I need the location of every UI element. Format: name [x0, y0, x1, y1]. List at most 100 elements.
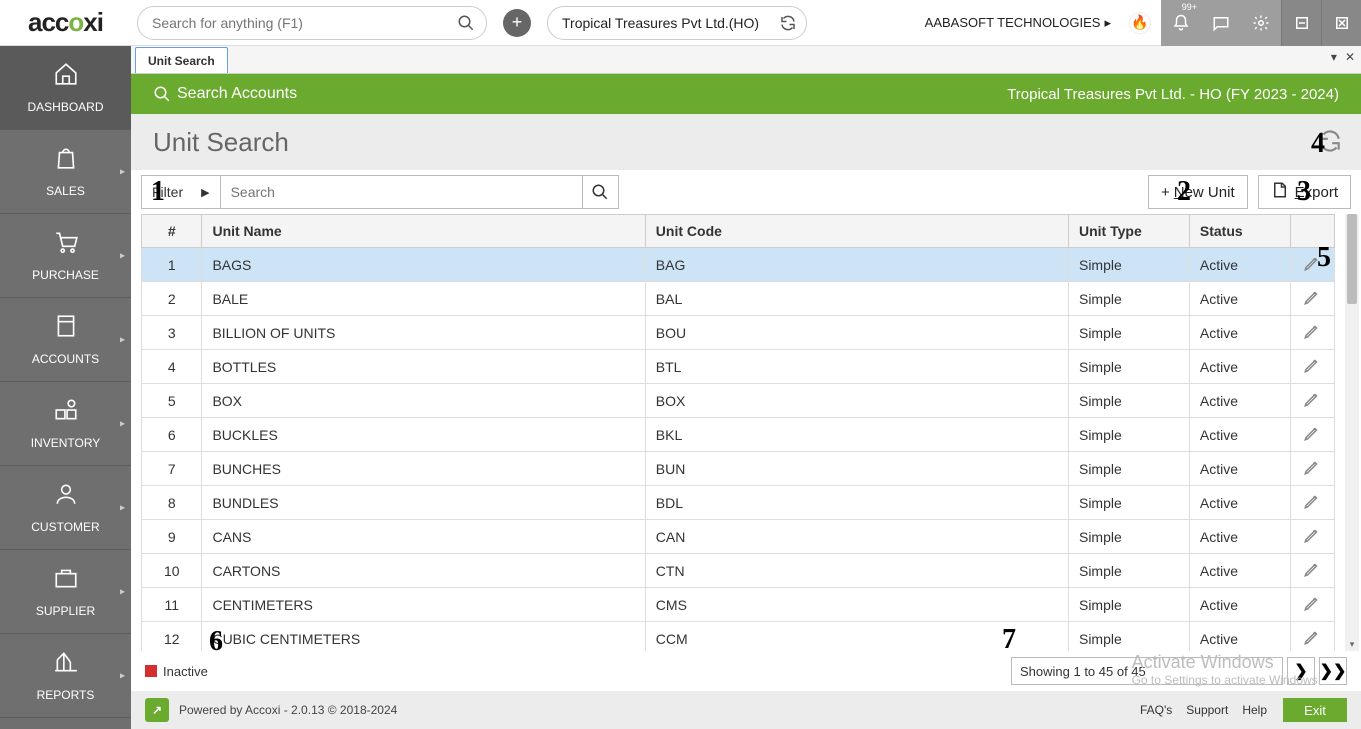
vertical-scrollbar[interactable]: ▾	[1345, 214, 1359, 651]
sidebar-item-customer[interactable]: CUSTOMER▸	[0, 466, 131, 550]
page-title: Unit Search	[153, 127, 289, 158]
exit-button[interactable]: Exit	[1283, 698, 1347, 722]
table-row[interactable]: 11CENTIMETERSCMSSimpleActive	[142, 588, 1335, 622]
sidebar-item-label: DASHBOARD	[27, 100, 103, 114]
column-header[interactable]: #	[142, 215, 202, 248]
export-button[interactable]: Export	[1258, 175, 1351, 209]
company-selector[interactable]: Tropical Treasures Pvt Ltd.(HO)	[547, 6, 807, 40]
minimize-button[interactable]	[1281, 0, 1321, 46]
column-header[interactable]: Unit Code	[645, 215, 1068, 248]
top-icon-bar: 99+	[1161, 0, 1361, 46]
toolbar: Filter ▶ + New Unit Export	[131, 170, 1361, 214]
messages-button[interactable]	[1201, 0, 1241, 46]
edit-icon[interactable]	[1290, 486, 1334, 520]
column-header[interactable]: Status	[1189, 215, 1290, 248]
table-row[interactable]: 7BUNCHESBUNSimpleActive	[142, 452, 1335, 486]
tab-close-icon[interactable]: ✕	[1345, 50, 1355, 64]
refresh-icon[interactable]	[1317, 128, 1343, 159]
edit-icon[interactable]	[1290, 282, 1334, 316]
footer-row: Inactive Showing 1 to 45 of 45 ❯ ❯❯	[131, 651, 1361, 691]
edit-icon[interactable]	[1290, 588, 1334, 622]
legend-color-icon	[145, 665, 157, 677]
cart-icon	[53, 229, 79, 262]
table-row[interactable]: 3BILLION OF UNITSBOUSimpleActive	[142, 316, 1335, 350]
table-row[interactable]: 6BUCKLESBKLSimpleActive	[142, 418, 1335, 452]
scroll-thumb[interactable]	[1347, 214, 1357, 304]
edit-icon[interactable]	[1290, 554, 1334, 588]
edit-icon[interactable]	[1290, 452, 1334, 486]
edit-icon[interactable]	[1290, 384, 1334, 418]
global-search-input[interactable]	[137, 6, 487, 40]
add-button[interactable]: +	[503, 9, 531, 37]
units-table: #Unit NameUnit CodeUnit TypeStatus 1BAGS…	[141, 214, 1335, 651]
last-page-button[interactable]: ❯❯	[1319, 657, 1347, 685]
sync-icon[interactable]	[779, 14, 797, 37]
sidebar-item-purchase[interactable]: PURCHASE▸	[0, 214, 131, 298]
sidebar-item-label: SALES	[46, 184, 85, 198]
edit-icon[interactable]	[1290, 418, 1334, 452]
filter-button[interactable]: Filter ▶	[141, 175, 221, 209]
table-row[interactable]: 4BOTTLESBTLSimpleActive	[142, 350, 1335, 384]
sidebar-item-reports[interactable]: REPORTS ▸	[0, 634, 131, 718]
edit-icon[interactable]	[1290, 350, 1334, 384]
caret-right-icon: ▸	[1104, 15, 1111, 31]
settings-button[interactable]	[1241, 0, 1281, 46]
flame-icon[interactable]: 🔥	[1129, 12, 1151, 34]
legend-inactive: Inactive	[145, 664, 208, 679]
chevron-right-icon: ▸	[120, 250, 125, 261]
powered-by: Powered by Accoxi - 2.0.13 © 2018-2024	[179, 703, 397, 717]
organization-name[interactable]: AABASOFT TECHNOLOGIES ▸	[925, 15, 1111, 31]
footer-link[interactable]: FAQ's	[1140, 703, 1172, 717]
sidebar-item-sales[interactable]: SALES▸	[0, 130, 131, 214]
pagination: Showing 1 to 45 of 45 ❯ ❯❯	[1011, 657, 1347, 685]
footer-link[interactable]: Support	[1186, 703, 1228, 717]
table-row[interactable]: 1BAGSBAGSimpleActive	[142, 248, 1335, 282]
chevron-right-icon: ▸	[120, 502, 125, 513]
table-row[interactable]: 8BUNDLESBDLSimpleActive	[142, 486, 1335, 520]
edit-icon[interactable]	[1290, 520, 1334, 554]
footer-link[interactable]: Help	[1242, 703, 1267, 717]
tab-unit-search[interactable]: Unit Search	[135, 47, 228, 73]
home-icon	[53, 61, 79, 94]
export-icon	[1271, 181, 1289, 203]
local-search-input[interactable]	[221, 175, 583, 209]
sidebar: DASHBOARDSALES▸PURCHASE▸ACCOUNTS▸INVENTO…	[0, 46, 131, 729]
global-search	[137, 6, 487, 40]
scroll-down-icon[interactable]: ▾	[1345, 637, 1359, 651]
status-bar: ↗ Powered by Accoxi - 2.0.13 © 2018-2024…	[131, 691, 1361, 729]
table-row[interactable]: 10CARTONSCTNSimpleActive	[142, 554, 1335, 588]
edit-icon[interactable]	[1290, 316, 1334, 350]
user-icon	[53, 481, 79, 514]
search-accounts-button[interactable]: Search Accounts	[153, 85, 297, 103]
sidebar-item-dashboard[interactable]: DASHBOARD	[0, 46, 131, 130]
tab-dropdown-icon[interactable]: ▾	[1331, 50, 1337, 64]
notifications-button[interactable]: 99+	[1161, 0, 1201, 46]
company-name: Tropical Treasures Pvt Ltd.(HO)	[562, 15, 759, 31]
briefcase-icon	[53, 565, 79, 598]
edit-icon[interactable]	[1290, 622, 1334, 652]
context-text: Tropical Treasures Pvt Ltd. - HO (FY 202…	[1007, 86, 1339, 103]
chevron-right-icon: ▸	[120, 334, 125, 345]
sidebar-item-supplier[interactable]: SUPPLIER▸	[0, 550, 131, 634]
local-search-button[interactable]	[583, 175, 619, 209]
chevron-right-icon: ▸	[120, 670, 125, 681]
sidebar-item-label: REPORTS	[37, 688, 95, 702]
table-row[interactable]: 9CANSCANSimpleActive	[142, 520, 1335, 554]
page-header: Unit Search	[131, 114, 1361, 170]
close-button[interactable]	[1321, 0, 1361, 46]
search-icon[interactable]	[457, 14, 475, 37]
edit-icon[interactable]	[1290, 248, 1334, 282]
sidebar-item-accounts[interactable]: ACCOUNTS▸	[0, 298, 131, 382]
column-header[interactable]: Unit Name	[202, 215, 645, 248]
column-header[interactable]: Unit Type	[1068, 215, 1189, 248]
status-logo-icon: ↗	[145, 698, 169, 722]
new-unit-button[interactable]: + New Unit	[1148, 175, 1248, 209]
calc-icon	[53, 313, 79, 346]
table-row[interactable]: 5BOXBOXSimpleActive	[142, 384, 1335, 418]
table-row[interactable]: 12CUBIC CENTIMETERSCCMSimpleActive	[142, 622, 1335, 652]
next-page-button[interactable]: ❯	[1287, 657, 1315, 685]
pagination-info: Showing 1 to 45 of 45	[1011, 657, 1283, 685]
column-header[interactable]	[1290, 215, 1334, 248]
sidebar-item-inventory[interactable]: INVENTORY▸	[0, 382, 131, 466]
table-row[interactable]: 2BALEBALSimpleActive	[142, 282, 1335, 316]
